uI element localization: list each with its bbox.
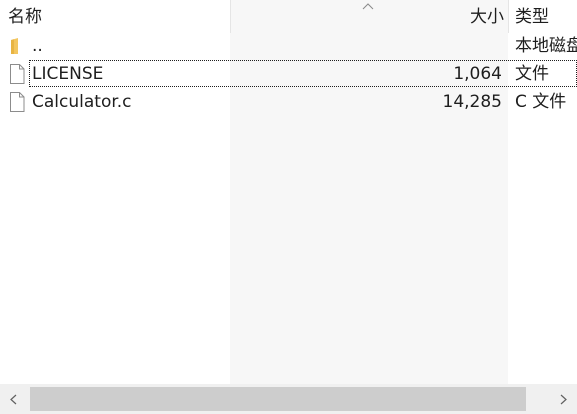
column-header-row: 名称 大小 类型 [0, 0, 577, 33]
scrollbar-thumb[interactable] [30, 387, 526, 411]
item-name: LICENSE [32, 64, 104, 84]
item-size: 14,285 [442, 92, 502, 112]
scroll-left-arrow-icon[interactable] [0, 385, 28, 414]
file-icon [8, 63, 26, 85]
horizontal-scrollbar[interactable] [0, 384, 577, 414]
list-item[interactable]: LICENSE 1,064 文件 [0, 60, 577, 88]
list-item[interactable]: Calculator.c 14,285 C 文件 [0, 88, 577, 116]
list-item[interactable]: .. 本地磁盘 [0, 32, 577, 60]
item-name: .. [32, 36, 43, 56]
column-header-type[interactable]: 类型 [508, 0, 577, 33]
file-list-view: 名称 大小 类型 .. 本地磁盘 LICENSE 1,064 文件 Calcul… [0, 0, 577, 414]
sort-up-arrow-icon [362, 2, 374, 10]
item-type: 本地磁盘 [515, 36, 577, 56]
column-divider[interactable] [508, 0, 509, 33]
folder-icon [8, 35, 26, 57]
file-icon [8, 91, 26, 113]
column-header-name[interactable]: 名称 [0, 0, 230, 33]
item-type: 文件 [515, 64, 549, 84]
item-size: 1,064 [453, 64, 502, 84]
item-type: C 文件 [515, 92, 567, 112]
column-divider[interactable] [230, 0, 231, 33]
item-size [230, 32, 508, 60]
scroll-right-arrow-icon[interactable] [549, 385, 577, 414]
item-name: Calculator.c [32, 92, 132, 112]
